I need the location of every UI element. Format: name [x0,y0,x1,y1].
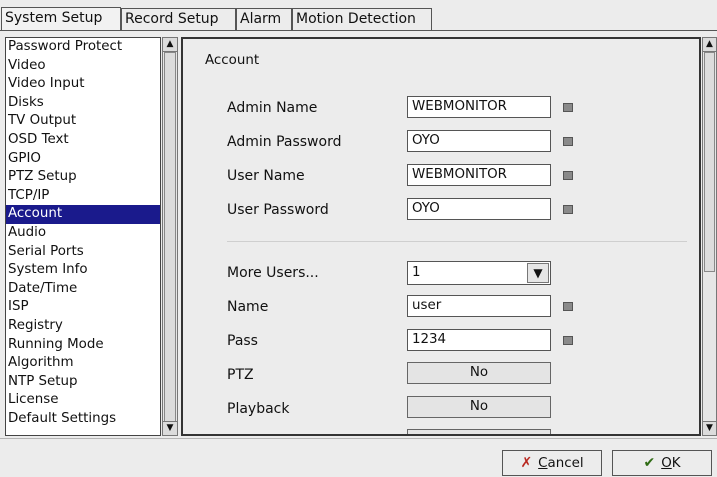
sidebar-item-tv-output[interactable]: TV Output [6,112,160,131]
sidebar-item-ptz-setup[interactable]: PTZ Setup [6,168,160,187]
pass-field[interactable]: 1234 [407,329,551,351]
sidebar-item-password-protect[interactable]: Password Protect [6,38,160,57]
sidebar-item-running-mode[interactable]: Running Mode [6,336,160,355]
user-password-field[interactable]: OYO [407,198,551,220]
tab-alarm[interactable]: Alarm [236,8,292,30]
sidebar-item-license[interactable]: License [6,391,160,410]
sidebar-item-isp[interactable]: ISP [6,298,160,317]
scrollbar-thumb[interactable] [704,52,715,272]
ok-check-icon: ✔ [643,455,656,471]
sidebar-item-video[interactable]: Video [6,57,160,76]
sidebar-item-algorithm[interactable]: Algorithm [6,354,160,373]
pass-label: Pass [227,333,258,349]
admin-name-field[interactable]: WEBMONITOR [407,96,551,118]
cancel-label-rest: ancel [547,456,584,471]
user-name-label: User Name [227,168,305,184]
cancel-button[interactable]: ✗ Cancel [502,450,602,476]
keyboard-icon[interactable] [563,137,573,146]
panel-scrollbar[interactable]: ▲ ▼ [702,37,717,436]
sidebar-item-system-info[interactable]: System Info [6,261,160,280]
sidebar-item-registry[interactable]: Registry [6,317,160,336]
tab-divider [0,30,717,31]
sidebar-item-default-settings[interactable]: Default Settings [6,410,160,429]
sidebar-item-gpio[interactable]: GPIO [6,150,160,169]
sidebar-item-audio[interactable]: Audio [6,224,160,243]
sidebar-item-osd-text[interactable]: OSD Text [6,131,160,150]
admin-password-label: Admin Password [227,134,342,150]
sidebar-item-tcp-ip[interactable]: TCP/IP [6,187,160,206]
sidebar-item-disks[interactable]: Disks [6,94,160,113]
more-users-value: 1 [412,265,421,280]
chevron-down-icon[interactable]: ▼ [527,263,549,283]
ptz-toggle-button[interactable]: No [407,362,551,384]
sidebar-item-serial-ports[interactable]: Serial Ports [6,243,160,262]
scrollbar-thumb[interactable] [164,52,176,422]
cancel-mnemonic: C [538,456,548,471]
ok-label-rest: K [671,456,681,471]
tab-motion-detection[interactable]: Motion Detection [292,8,432,30]
keyboard-icon[interactable] [563,205,573,214]
sidebar-item-date-time[interactable]: Date/Time [6,280,160,299]
ok-mnemonic: O [661,456,672,471]
arrow-down-icon: ▼ [166,423,174,433]
keyboard-icon[interactable] [563,103,573,112]
tab-system-setup[interactable]: System Setup [1,7,121,31]
tab-record-setup[interactable]: Record Setup [121,8,236,30]
scroll-down-button[interactable]: ▼ [163,421,177,435]
name-field[interactable]: user [407,295,551,317]
tab-bar: System Setup Record Setup Alarm Motion D… [0,0,717,31]
sidebar-scrollbar[interactable]: ▲ ▼ [162,37,178,436]
scroll-down-button[interactable]: ▼ [703,421,716,435]
dialog-button-bar: ✗ Cancel ✔ OK [0,438,717,477]
section-divider [227,241,687,242]
cancel-x-icon: ✗ [520,455,533,471]
ok-button[interactable]: ✔ OK [612,450,712,476]
arrow-up-icon: ▲ [706,39,713,49]
user-name-field[interactable]: WEBMONITOR [407,164,551,186]
account-settings-panel: Account Admin Name WEBMONITOR Admin Pass… [181,37,701,436]
ptz-label: PTZ [227,367,254,383]
audio-toggle-button-partial[interactable] [407,429,551,434]
scroll-up-button[interactable]: ▲ [703,38,716,52]
arrow-down-icon: ▼ [706,423,713,433]
arrow-up-icon: ▲ [166,39,174,49]
sidebar-item-ntp-setup[interactable]: NTP Setup [6,373,160,392]
sidebar-item-account[interactable]: Account [6,205,160,224]
more-users-label: More Users... [227,265,319,281]
keyboard-icon[interactable] [563,302,573,311]
keyboard-icon[interactable] [563,336,573,345]
section-title: Account [205,53,260,68]
playback-label: Playback [227,401,290,417]
keyboard-icon[interactable] [563,171,573,180]
name-label: Name [227,299,269,315]
playback-toggle-button[interactable]: No [407,396,551,418]
user-password-label: User Password [227,202,329,218]
admin-password-field[interactable]: OYO [407,130,551,152]
sidebar-item-video-input[interactable]: Video Input [6,75,160,94]
scroll-up-button[interactable]: ▲ [163,38,177,52]
admin-name-label: Admin Name [227,100,318,116]
more-users-select[interactable]: 1 ▼ [407,261,551,285]
settings-category-list[interactable]: Password Protect Video Video Input Disks… [5,37,161,436]
